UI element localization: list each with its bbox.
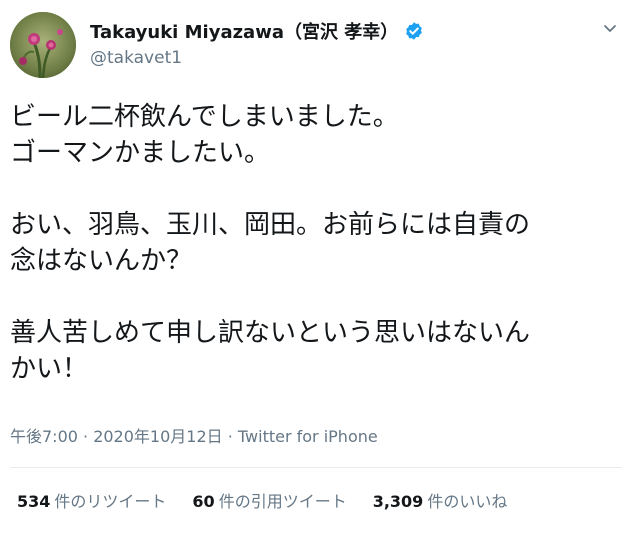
divider [10,467,622,468]
avatar[interactable] [10,12,76,78]
quotes-count: 60 [192,492,215,511]
tweet-card: Takayuki Miyazawa（宮沢 孝幸） @takavet1 ビール二杯… [0,0,632,536]
tweet-meta: 午後7:00 · 2020年10月12日 · Twitter for iPhon… [10,423,378,447]
quotes-label: 件の引用ツイート [218,492,347,511]
tweet-text: ビール二杯飲んでしまいました。 ゴーマンかましたい。 おい、羽鳥、玉川、岡田。お… [10,99,625,387]
likes-label: 件のいいね [427,492,508,511]
chevron-down-icon[interactable] [602,20,618,36]
quotes-stat[interactable]: 60 件の引用ツイート [192,488,346,512]
meta-separator: · [222,427,238,446]
retweets-label: 件のリツイート [54,492,167,511]
tweet-paragraph: 善人苦しめて申し訳ないという思いはないん かい！ [10,318,531,384]
tweet-timestamp[interactable]: 午後7:00 · 2020年10月12日 [10,427,223,446]
author-handle[interactable]: @takavet1 [90,48,572,68]
likes-stat[interactable]: 3,309 件のいいね [373,488,508,512]
tweet-source[interactable]: Twitter for iPhone [238,427,378,446]
retweets-count: 534 [17,492,51,511]
tweet-paragraph: おい、羽鳥、玉川、岡田。お前らには自責の 念はないんか？ [10,210,531,276]
likes-count: 3,309 [372,492,424,511]
tweet-paragraph: ビール二杯飲んでしまいました。 ゴーマンかましたい。 [10,102,399,168]
retweets-stat[interactable]: 534 件のリツイート [17,488,166,512]
verified-badge-icon [404,21,424,41]
tweet-author: Takayuki Miyazawa（宮沢 孝幸） @takavet1 [90,18,572,68]
author-name-row: Takayuki Miyazawa（宮沢 孝幸） [90,18,572,44]
thistle-avatar-image [10,12,76,78]
tweet-stats: 534 件のリツイート 60 件の引用ツイート 3,309 件のいいね [17,488,507,512]
author-display-name[interactable]: Takayuki Miyazawa（宮沢 孝幸） [90,18,398,44]
